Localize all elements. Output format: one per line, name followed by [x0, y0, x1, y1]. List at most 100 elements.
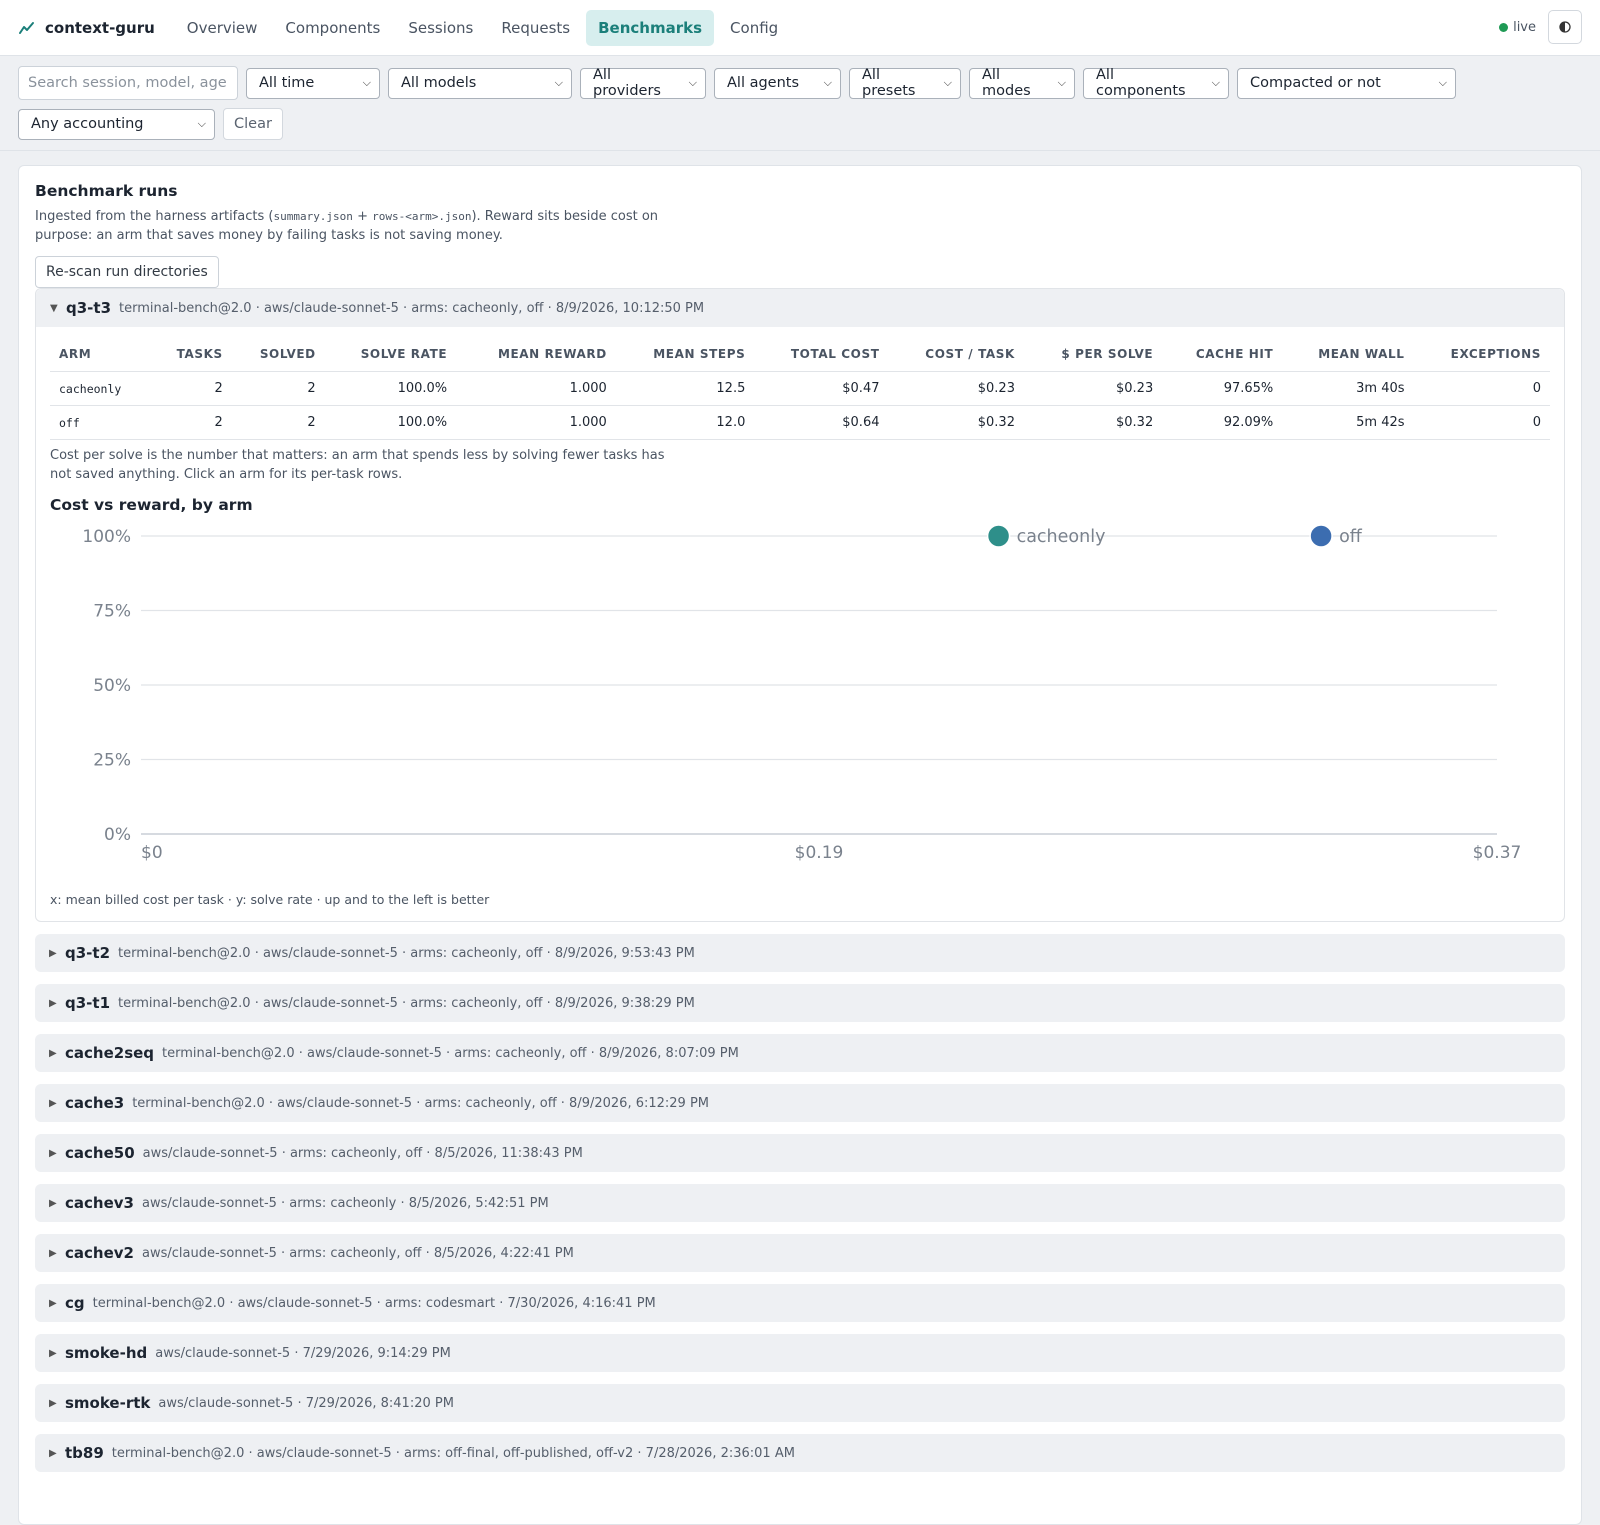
desc-plus: +	[352, 209, 373, 224]
search-input[interactable]: Search session, model, age	[18, 66, 238, 100]
cell-arm: off	[50, 405, 152, 440]
tab-overview[interactable]: Overview	[175, 10, 270, 46]
run-header[interactable]: ▼ q3-t3 terminal-bench@2.0 · aws/claude-…	[36, 289, 1564, 327]
accounting-select[interactable]: Any accounting ⌵	[18, 108, 215, 140]
tab-benchmarks[interactable]: Benchmarks	[586, 9, 715, 46]
compaction-select[interactable]: Compacted or not ⌵	[1237, 67, 1456, 99]
run-row[interactable]: ▶ cachev3 aws/claude-sonnet-5 · arms: cach…	[35, 1184, 1565, 1222]
tab-config[interactable]: Config	[718, 10, 790, 46]
run-header[interactable]: ▶ cache50 aws/claude-sonnet-5 · arms: cach…	[35, 1134, 1565, 1172]
table-note: Cost per solve is the number that matter…	[50, 448, 665, 482]
cell-cache-hit: 97.65%	[1162, 371, 1283, 406]
col-tasks: TASKS	[151, 337, 232, 372]
table-row[interactable]: off 2 2 100.0% 1.000 12.0 $0.64 $0.32 $0…	[50, 405, 1550, 440]
run-meta: aws/claude-sonnet-5 · arms: cacheonly, o…	[142, 1145, 583, 1161]
cell-solved: 2	[231, 371, 325, 406]
chevron-down-icon: ⌵	[362, 76, 371, 89]
run-meta: aws/claude-sonnet-5 · arms: cacheonly, o…	[141, 1245, 574, 1261]
triangle-down-icon: ▼	[50, 302, 58, 314]
cell-exceptions: 0	[1413, 405, 1550, 440]
run-name: cachev3	[65, 1194, 134, 1212]
col-cost-per-task: COST / TASK	[888, 337, 1024, 372]
cell-mean-wall: 3m 40s	[1282, 371, 1414, 406]
cell-cost-per-task: $0.23	[888, 371, 1024, 406]
panel-title: Benchmark runs	[35, 182, 178, 200]
chevron-down-icon: ⌵	[1057, 76, 1066, 89]
run-header[interactable]: ▶ cg terminal-bench@2.0 · aws/claude-sonne…	[35, 1284, 1565, 1322]
run-header[interactable]: ▶ cachev2 aws/claude-sonnet-5 · arms: cach…	[35, 1234, 1565, 1272]
cell-solved: 2	[231, 405, 325, 440]
run-name: q3-t2	[65, 944, 111, 962]
triangle-right-icon: ▶	[49, 1247, 57, 1259]
cell-solve-rate: 100.0%	[324, 371, 457, 406]
run-row[interactable]: ▶ cache50 aws/claude-sonnet-5 · arms: cach…	[35, 1134, 1565, 1172]
chart-footnote: x: mean billed cost per task · y: solve …	[50, 892, 490, 907]
run-header[interactable]: ▶ cache3 terminal-bench@2.0 · aws/claude-s…	[35, 1084, 1565, 1122]
y-tick-label: 75%	[93, 602, 131, 622]
run-header[interactable]: ▶ smoke-hd aws/claude-sonnet-5 · 7/29/2026…	[35, 1334, 1565, 1372]
data-point-cacheonly	[986, 524, 1011, 548]
run-header[interactable]: ▶ q3-t1 terminal-bench@2.0 · aws/claude-so…	[35, 984, 1565, 1022]
theme-toggle-button[interactable]	[1548, 10, 1582, 44]
run-row[interactable]: ▶ tb89 terminal-bench@2.0 · aws/claude-son…	[35, 1434, 1565, 1472]
app-name: context-guru	[45, 18, 155, 37]
run-name: tb89	[65, 1444, 104, 1462]
run-row[interactable]: ▶ cache3 terminal-bench@2.0 · aws/claude-s…	[35, 1084, 1565, 1122]
y-tick-label: 0%	[104, 825, 131, 845]
runs-list: ▶ q3-t2 terminal-bench@2.0 · aws/claude-so…	[35, 934, 1565, 1472]
mode-select[interactable]: All modes ⌵	[969, 67, 1075, 99]
agent-select[interactable]: All agents ⌵	[714, 67, 841, 99]
cell-mean-reward: 1.000	[456, 371, 616, 406]
brand[interactable]: context-guru	[18, 19, 155, 37]
run-name: smoke-rtk	[65, 1394, 151, 1412]
run-name: cg	[65, 1294, 85, 1312]
rescan-button[interactable]: Re-scan run directories	[35, 256, 219, 288]
table-row[interactable]: cacheonly 2 2 100.0% 1.000 12.5 $0.47 $0…	[50, 371, 1550, 406]
col-per-solve: $ PER SOLVE	[1023, 337, 1163, 372]
run-row[interactable]: ▶ cache2seq terminal-bench@2.0 · aws/claud…	[35, 1034, 1565, 1072]
tab-requests[interactable]: Requests	[489, 10, 582, 46]
cell-per-solve: $0.23	[1023, 371, 1163, 406]
run-row[interactable]: ▶ cachev2 aws/claude-sonnet-5 · arms: cach…	[35, 1234, 1565, 1272]
run-header[interactable]: ▶ cachev3 aws/claude-sonnet-5 · arms: cach…	[35, 1184, 1565, 1222]
cell-tasks: 2	[151, 371, 232, 406]
run-header[interactable]: ▶ smoke-rtk aws/claude-sonnet-5 · 7/29/202…	[35, 1384, 1565, 1422]
table-header-row: ARM TASKS SOLVED SOLVE RATE MEAN REWARD …	[50, 337, 1550, 372]
cell-mean-reward: 1.000	[456, 405, 616, 440]
run-header[interactable]: ▶ tb89 terminal-bench@2.0 · aws/claude-son…	[35, 1434, 1565, 1472]
run-row[interactable]: ▶ q3-t1 terminal-bench@2.0 · aws/claude-so…	[35, 984, 1565, 1022]
provider-select[interactable]: All providers ⌵	[580, 67, 706, 99]
model-select[interactable]: All models ⌵	[388, 67, 572, 99]
run-meta: terminal-bench@2.0 · aws/claude-sonnet-5…	[92, 1295, 656, 1311]
run-row[interactable]: ▶ cg terminal-bench@2.0 · aws/claude-sonne…	[35, 1284, 1565, 1322]
desc-code-summary: summary.json	[273, 210, 353, 223]
live-status: live	[1499, 20, 1536, 35]
preset-select-value: All presets	[862, 67, 916, 99]
component-select[interactable]: All components ⌵	[1083, 67, 1229, 99]
run-meta: aws/claude-sonnet-5 · arms: cacheonly · …	[141, 1195, 549, 1211]
point-label-off: off	[1339, 527, 1363, 547]
run-row[interactable]: ▶ smoke-rtk aws/claude-sonnet-5 · 7/29/202…	[35, 1384, 1565, 1422]
tab-components[interactable]: Components	[273, 10, 392, 46]
x-tick-label: $0.37	[1473, 843, 1522, 863]
cell-mean-wall: 5m 42s	[1282, 405, 1414, 440]
live-label: live	[1513, 19, 1536, 35]
filter-bar: Search session, model, age All time ⌵ All…	[0, 56, 1600, 151]
run-header[interactable]: ▶ q3-t2 terminal-bench@2.0 · aws/claude-so…	[35, 934, 1565, 972]
triangle-right-icon: ▶	[49, 1097, 57, 1109]
run-meta: terminal-bench@2.0 · aws/claude-sonnet-5…	[162, 1045, 739, 1061]
run-header[interactable]: ▶ cache2seq terminal-bench@2.0 · aws/claud…	[35, 1034, 1565, 1072]
time-select[interactable]: All time ⌵	[246, 67, 380, 99]
col-solved: SOLVED	[231, 337, 325, 372]
run-row[interactable]: ▶ q3-t2 terminal-bench@2.0 · aws/claude-so…	[35, 934, 1565, 972]
triangle-right-icon: ▶	[49, 1347, 57, 1359]
clear-button[interactable]: Clear	[223, 108, 283, 140]
pulse-logo-icon	[19, 21, 34, 34]
triangle-right-icon: ▶	[49, 1397, 57, 1409]
tab-sessions[interactable]: Sessions	[396, 10, 485, 46]
run-row[interactable]: ▶ smoke-hd aws/claude-sonnet-5 · 7/29/2026…	[35, 1334, 1565, 1372]
triangle-right-icon: ▶	[49, 1297, 57, 1309]
benchmark-panel: Benchmark runs Ingested from the harness…	[18, 165, 1582, 1525]
y-tick-label: 25%	[93, 751, 131, 771]
preset-select[interactable]: All presets ⌵	[849, 67, 961, 99]
